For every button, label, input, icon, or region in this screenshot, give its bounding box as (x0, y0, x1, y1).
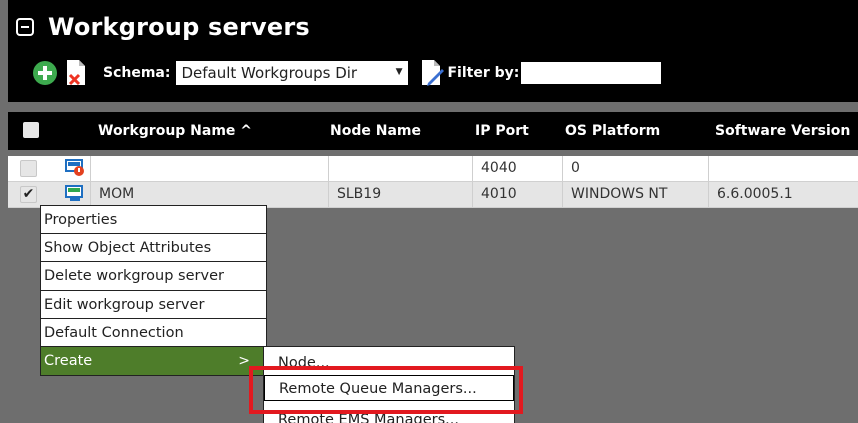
column-header-workgroup-name[interactable]: Workgroup Name ^ (98, 112, 252, 150)
node-name-cell: SLB19 (328, 182, 472, 207)
table-row[interactable]: 4040 0 (8, 156, 858, 182)
os-platform-cell: 0 (562, 156, 708, 181)
menu-item-default-connection[interactable]: Default Connection (41, 319, 266, 347)
ip-port-cell: 4040 (472, 156, 562, 181)
page-title: Workgroup servers (48, 13, 310, 41)
workgroup-name-cell (90, 156, 328, 181)
column-header-ip-port[interactable]: IP Port (475, 112, 529, 150)
schema-label: Schema: (103, 65, 171, 81)
delete-document-icon[interactable] (65, 59, 87, 87)
software-version-cell: 6.6.0005.1 (708, 182, 858, 207)
row-checkbox[interactable]: ✔ (20, 186, 37, 203)
filter-input[interactable] (521, 62, 662, 84)
menu-item-delete-workgroup-server[interactable]: Delete workgroup server (41, 262, 266, 291)
highlight-annotation-box (249, 366, 523, 414)
filter-label: Filter by: (447, 65, 520, 81)
dropdown-caret-icon: ▼ (395, 67, 403, 77)
schema-dropdown-value: Default Workgroups Dir (181, 64, 358, 82)
column-header-node-name[interactable]: Node Name (330, 112, 421, 150)
workgroup-panel-header: Workgroup servers Schema: Default Workgr… (8, 0, 858, 102)
title-row: Workgroup servers (16, 10, 310, 44)
add-icon[interactable] (33, 61, 57, 85)
app-frame: Workgroup servers Schema: Default Workgr… (0, 0, 858, 423)
toolbar: Schema: Default Workgroups Dir ▼ Filter … (33, 58, 662, 88)
collapse-icon[interactable] (16, 18, 34, 36)
filter-document-icon[interactable] (420, 59, 445, 87)
select-all-checkbox[interactable] (23, 122, 39, 138)
column-header-software-version[interactable]: Software Version (715, 112, 850, 150)
context-menu: Properties Show Object Attributes Delete… (40, 205, 267, 377)
row-checkbox[interactable] (20, 160, 37, 177)
workgroup-name-cell: MOM (90, 182, 328, 207)
os-platform-cell: WINDOWS NT (562, 182, 708, 207)
menu-item-create-label: Create (44, 352, 93, 369)
menu-item-edit-workgroup-server[interactable]: Edit workgroup server (41, 291, 266, 319)
table-header: Workgroup Name ^ Node Name IP Port OS Pl… (8, 112, 858, 150)
ip-port-cell: 4010 (472, 182, 562, 207)
menu-item-show-object-attributes[interactable]: Show Object Attributes (41, 234, 266, 263)
column-header-os-platform[interactable]: OS Platform (565, 112, 660, 150)
server-icon (65, 185, 85, 203)
software-version-cell (708, 156, 858, 181)
node-name-cell (328, 156, 472, 181)
server-error-icon (65, 159, 85, 177)
menu-item-properties[interactable]: Properties (41, 206, 266, 235)
schema-dropdown[interactable]: Default Workgroups Dir ▼ (176, 61, 409, 85)
menu-item-create[interactable]: Create > (41, 346, 266, 376)
